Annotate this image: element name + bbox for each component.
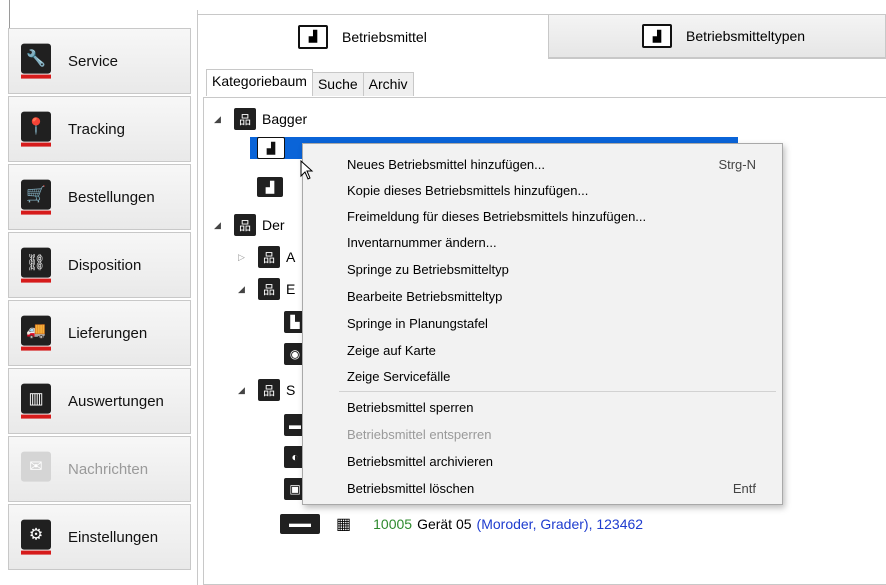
tree-item-selected[interactable]: ▟ xyxy=(257,135,291,161)
menu-item-label: Freimeldung für dieses Betriebsmittels h… xyxy=(347,209,647,224)
menu-item-unlock[interactable]: Betriebsmittel entsperren xyxy=(347,425,756,445)
menu-item-label: Betriebsmittel löschen xyxy=(347,481,475,496)
menu-item-label: Betriebsmittel entsperren xyxy=(347,427,492,442)
nav-bestellungen-button[interactable]: 🛒 Bestellungen xyxy=(8,164,191,230)
nav-label: Auswertungen xyxy=(68,392,164,410)
nav-label: Disposition xyxy=(68,256,142,274)
excavator-icon: ▟ xyxy=(257,177,283,197)
excavator-icon: ▟ xyxy=(257,137,285,159)
hierarchy-icon: 品 xyxy=(258,278,280,300)
nav-label: Bestellungen xyxy=(68,188,155,206)
hierarchy-icon: 品 xyxy=(258,379,280,401)
menu-item-label: Betriebsmittel sperren xyxy=(347,400,474,415)
nav-auswertungen-button[interactable]: ▥ Auswertungen xyxy=(8,368,191,434)
menu-item-label: Betriebsmittel archivieren xyxy=(347,454,493,469)
bar-chart-icon: ▥ xyxy=(21,383,51,419)
expand-arrow-icon[interactable]: ◢ xyxy=(238,284,250,295)
item-number: 10005 xyxy=(373,516,413,532)
nav-label: Tracking xyxy=(68,120,125,138)
expand-arrow-icon[interactable]: ◢ xyxy=(238,385,250,396)
tab-label: Betriebsmitteltypen xyxy=(686,28,806,44)
menu-item-inventory-number[interactable]: Inventarnummer ändern... xyxy=(347,233,756,253)
expand-arrow-icon[interactable]: ◢ xyxy=(214,220,226,231)
menu-item-freimeldung[interactable]: Freimeldung für dieses Betriebsmittels h… xyxy=(347,207,756,227)
nav-nachrichten-button[interactable]: ✉ Nachrichten xyxy=(8,436,191,502)
tree-node-s[interactable]: ◢ 品 S xyxy=(238,377,295,403)
menu-item-service-cases[interactable]: Zeige Servicefälle xyxy=(347,367,756,387)
gear-icon: ⚙ xyxy=(21,519,51,555)
nav-tracking-button[interactable]: 📍 Tracking xyxy=(8,96,191,162)
tree-item[interactable]: ▟ xyxy=(257,174,289,200)
mail-icon: ✉ xyxy=(21,451,51,482)
tree-node-den[interactable]: ◢ 品 Der xyxy=(214,212,285,238)
wrench-icon: 🔧 xyxy=(21,43,51,79)
tree-item-geraet-05[interactable]: ▬▬ ▦ 10005 Gerät 05 (Moroder, Grader), 1… xyxy=(280,511,643,537)
nav-disposition-button[interactable]: ⛓ Disposition xyxy=(8,232,191,298)
menu-item-label: Inventarnummer ändern... xyxy=(347,235,497,250)
menu-item-new[interactable]: Neues Betriebsmittel hinzufügen... Strg-… xyxy=(347,155,756,175)
cart-icon: 🛒 xyxy=(21,179,51,215)
tree-node-label: E xyxy=(286,281,296,297)
item-meta: (Moroder, Grader), 123462 xyxy=(476,516,644,532)
nav-label: Lieferungen xyxy=(68,324,148,342)
menu-item-label: Bearbeite Betriebsmitteltyp xyxy=(347,289,503,304)
menu-item-edit-type[interactable]: Bearbeite Betriebsmitteltyp xyxy=(347,287,756,307)
sidebar-nav: 🔧 Service 📍 Tracking 🛒 Bestellungen ⛓ Di… xyxy=(8,28,191,572)
window-edge xyxy=(9,0,10,28)
location-pin-icon: 📍 xyxy=(21,111,51,147)
menu-item-copy[interactable]: Kopie dieses Betriebsmittels hinzufügen.… xyxy=(347,181,756,201)
sub-tab-bar: Kategoriebaum Suche Archiv xyxy=(206,69,414,96)
expand-arrow-icon[interactable]: ◢ xyxy=(214,114,226,125)
item-name: Gerät 05 xyxy=(417,516,472,532)
menu-item-label: Neues Betriebsmittel hinzufügen... xyxy=(347,157,545,172)
menu-item-show-map[interactable]: Zeige auf Karte xyxy=(347,341,756,361)
menu-item-goto-type[interactable]: Springe zu Betriebsmitteltyp xyxy=(347,260,756,280)
tree-node-bagger[interactable]: ◢ 品 Bagger xyxy=(214,106,307,132)
menu-item-delete[interactable]: Betriebsmittel löschen Entf xyxy=(347,479,756,499)
menu-item-label: Zeige auf Karte xyxy=(347,343,436,358)
menu-item-planning-board[interactable]: Springe in Planungstafel xyxy=(347,314,756,334)
subtab-archiv[interactable]: Archiv xyxy=(362,72,414,96)
hierarchy-icon: 品 xyxy=(258,246,280,268)
hierarchy-icon: 品 xyxy=(234,214,256,236)
menu-item-label: Springe in Planungstafel xyxy=(347,316,488,331)
qr-code-icon: ▦ xyxy=(336,516,352,533)
schedule-icon: ⛓ xyxy=(21,247,51,283)
mouse-cursor-icon xyxy=(300,160,314,180)
tree-node-label: S xyxy=(286,382,296,398)
tab-underline xyxy=(548,58,886,59)
tree-node-label: Der xyxy=(262,217,285,233)
tree-node-a[interactable]: ▷ 品 A xyxy=(238,244,295,270)
subtab-kategoriebaum[interactable]: Kategoriebaum xyxy=(206,69,313,96)
collapsed-arrow-icon[interactable]: ▷ xyxy=(238,252,250,263)
nav-label: Einstellungen xyxy=(68,528,159,546)
menu-separator xyxy=(339,391,776,392)
excavator-type-icon: ▟ xyxy=(642,24,672,48)
grader-icon: ▬▬ xyxy=(280,514,320,534)
tab-betriebsmittel[interactable]: ▟ Betriebsmittel xyxy=(198,14,548,58)
hierarchy-icon: 品 xyxy=(234,108,256,130)
menu-item-shortcut: Strg-N xyxy=(718,157,756,172)
nav-label: Service xyxy=(68,52,119,70)
excavator-icon: ▟ xyxy=(298,24,328,49)
tree-node-label: A xyxy=(286,249,296,265)
menu-item-shortcut: Entf xyxy=(732,481,756,496)
menu-item-label: Zeige Servicefälle xyxy=(347,369,451,384)
menu-item-label: Kopie dieses Betriebsmittels hinzufügen.… xyxy=(347,183,589,198)
nav-einstellungen-button[interactable]: ⚙ Einstellungen xyxy=(8,504,191,570)
tab-label: Betriebsmittel xyxy=(342,28,427,45)
menu-item-label: Springe zu Betriebsmitteltyp xyxy=(347,262,509,277)
nav-label: Nachrichten xyxy=(68,460,149,478)
truck-icon: 🚚 xyxy=(21,315,51,351)
panel-divider xyxy=(197,10,198,585)
context-menu: Neues Betriebsmittel hinzufügen... Strg-… xyxy=(302,143,783,505)
nav-lieferungen-button[interactable]: 🚚 Lieferungen xyxy=(8,300,191,366)
nav-service-button[interactable]: 🔧 Service xyxy=(8,28,191,94)
tab-betriebsmitteltypen[interactable]: ▟ Betriebsmitteltypen xyxy=(548,14,886,58)
subtab-suche[interactable]: Suche xyxy=(311,72,364,96)
menu-item-lock[interactable]: Betriebsmittel sperren xyxy=(347,398,756,418)
tree-node-label: Bagger xyxy=(262,111,308,127)
menu-item-archive[interactable]: Betriebsmittel archivieren xyxy=(347,452,756,472)
tree-node-b[interactable]: ◢ 品 E xyxy=(238,276,295,302)
